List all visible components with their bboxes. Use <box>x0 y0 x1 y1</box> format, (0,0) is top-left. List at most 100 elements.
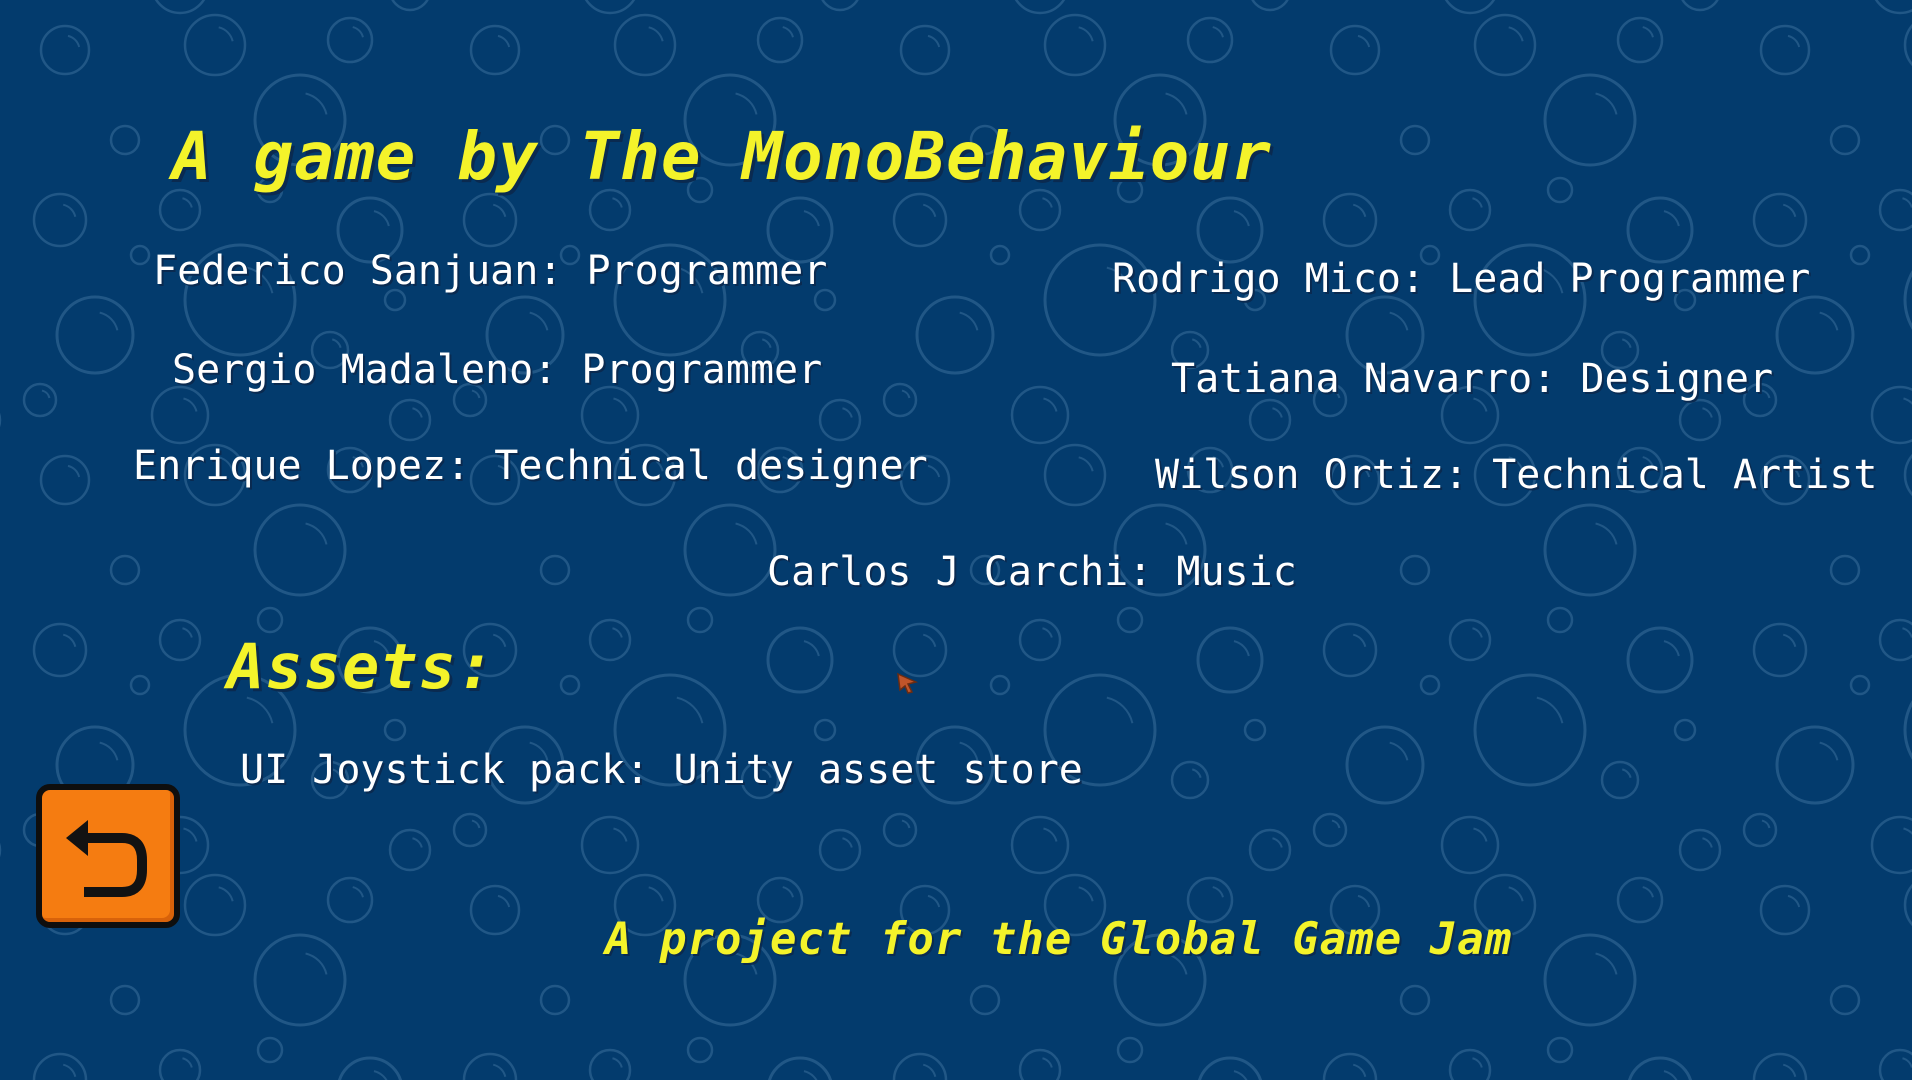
bubble <box>109 554 141 586</box>
bubble <box>613 13 677 77</box>
bubble <box>1399 554 1431 586</box>
bubble-highlight <box>1078 886 1094 902</box>
bubble <box>1473 673 1587 787</box>
bubble <box>388 828 432 872</box>
bubble-highlight <box>62 1063 77 1078</box>
bubble <box>683 503 777 597</box>
bubble <box>539 554 571 586</box>
bubble <box>109 124 141 156</box>
bubble <box>158 618 202 662</box>
bubble-highlight <box>492 203 507 218</box>
bubble-highlight <box>1473 827 1488 842</box>
bubble <box>1616 876 1664 924</box>
bubble <box>129 674 151 696</box>
bubble-highlight <box>842 407 853 418</box>
bubble <box>1759 884 1811 936</box>
bubble <box>1448 1048 1492 1080</box>
bubble <box>588 1048 632 1080</box>
bubble-highlight <box>67 464 81 478</box>
credit-right-2: Tatiana Navarro: Designer <box>1171 356 1774 402</box>
bubble-highlight <box>529 311 549 331</box>
bubble <box>1903 270 1912 330</box>
bubble-highlight <box>182 197 193 208</box>
bubble <box>158 188 202 232</box>
bubble-highlight <box>1352 1063 1367 1078</box>
bubble-highlight <box>305 92 328 115</box>
bubble-highlight <box>613 827 628 842</box>
footer-text: A project for the Global Game Jam <box>605 914 1513 965</box>
bubble <box>1399 124 1431 156</box>
bubble <box>1322 192 1378 248</box>
bubble <box>253 933 347 1027</box>
bubble <box>1829 124 1861 156</box>
bubble-highlight <box>1389 741 1409 761</box>
bubble-highlight <box>62 203 77 218</box>
bubble <box>588 188 632 232</box>
bubble-highlight <box>1902 627 1912 638</box>
bubble <box>256 606 284 634</box>
bubble-highlight <box>735 92 758 115</box>
bubble <box>183 13 247 77</box>
bubble <box>1543 503 1637 597</box>
bubble-highlight <box>1043 397 1058 412</box>
bubble-highlight <box>1042 1057 1053 1068</box>
bubble-highlight <box>1272 407 1283 418</box>
bubble-highlight <box>1078 26 1094 42</box>
bubble-highlight <box>803 640 820 657</box>
bubble-highlight <box>497 894 511 908</box>
bubble <box>1248 398 1292 442</box>
bubble <box>756 16 804 64</box>
bubble-highlight <box>1787 34 1801 48</box>
bubble-highlight <box>41 389 51 399</box>
credit-right-1: Rodrigo Mico: Lead Programmer <box>1112 256 1811 302</box>
bubble <box>1775 295 1855 375</box>
bubble <box>1116 606 1144 634</box>
bubble <box>469 24 521 76</box>
bubble <box>158 1048 202 1080</box>
bubble-highlight <box>352 26 364 38</box>
bubble <box>821 0 859 12</box>
bubble <box>1419 674 1441 696</box>
bubble <box>1878 1048 1912 1080</box>
credit-center-music: Carlos J Carchi: Music <box>767 549 1297 595</box>
bubble <box>383 718 407 742</box>
bubble <box>1903 883 1912 927</box>
bubble <box>154 0 206 15</box>
bubble-highlight <box>1508 26 1524 42</box>
bubble <box>1628 1056 1692 1080</box>
credit-left-1: Federico Sanjuan: Programmer <box>153 248 828 294</box>
bubble <box>1903 23 1912 67</box>
bubble <box>1399 984 1431 1016</box>
bubble-highlight <box>1472 1057 1483 1068</box>
bubble <box>452 812 488 848</box>
bubble-highlight <box>1761 819 1771 829</box>
bubble-highlight <box>471 819 481 829</box>
bubble-highlight <box>1595 952 1618 975</box>
bubble-highlight <box>782 26 794 38</box>
bubble <box>388 398 432 442</box>
bubble <box>1681 0 1719 12</box>
bubble <box>338 1056 402 1080</box>
bubble-highlight <box>842 837 853 848</box>
bubble-highlight <box>1106 696 1134 724</box>
bubble <box>584 0 636 15</box>
back-button[interactable] <box>36 784 180 928</box>
bubble <box>129 244 151 266</box>
bubble <box>1043 443 1107 507</box>
bubble-highlight <box>612 627 623 638</box>
bubble-highlight <box>62 633 77 648</box>
bubble-highlight <box>373 1070 388 1080</box>
bubble-highlight <box>1902 1057 1912 1068</box>
bubble <box>768 1056 832 1080</box>
bubble-highlight <box>1642 886 1654 898</box>
bubble <box>1196 196 1264 264</box>
bubble-highlight <box>183 827 198 842</box>
bubble <box>1196 626 1264 694</box>
bubble-highlight <box>1903 397 1912 405</box>
bubble <box>915 295 995 375</box>
bubble-highlight <box>305 522 328 545</box>
bubble <box>1345 725 1425 805</box>
credit-left-3: Enrique Lopez: Technical designer <box>133 443 928 489</box>
bubble <box>1874 0 1912 15</box>
bubble <box>1186 16 1234 64</box>
